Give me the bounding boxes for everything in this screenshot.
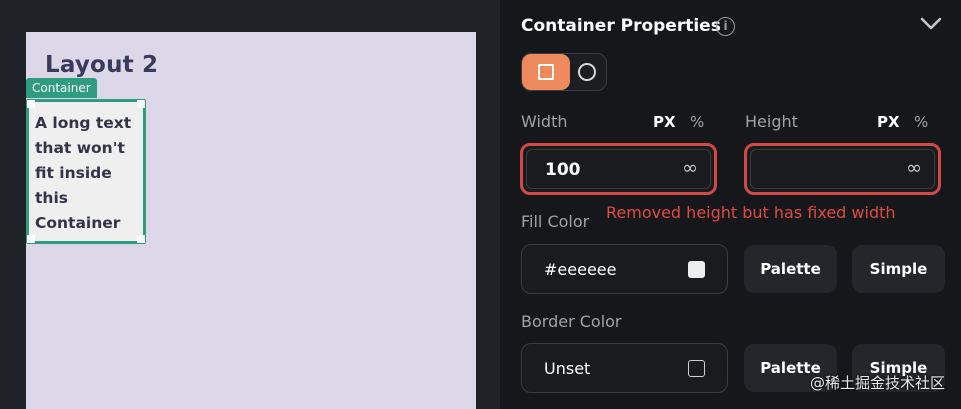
width-label: Width: [521, 112, 568, 131]
shape-rectangle-button[interactable]: [522, 54, 570, 90]
width-value: 100: [545, 160, 581, 180]
panel-title: Container Properties: [521, 16, 721, 36]
info-icon[interactable]: i: [716, 17, 735, 36]
resize-handle-top-right[interactable]: [137, 100, 145, 108]
annotation-text: Removed height but has fixed width: [606, 203, 896, 222]
properties-panel: Container Properties i Width PX % 100 ∞ …: [500, 0, 961, 409]
width-unit-percent[interactable]: %: [690, 113, 704, 131]
fill-palette-button[interactable]: Palette: [744, 245, 837, 293]
watermark: @稀土掘金技术社区: [809, 374, 945, 392]
circle-icon: [578, 63, 596, 81]
fill-color-swatch[interactable]: [688, 261, 705, 278]
shape-circle-button[interactable]: [570, 54, 607, 90]
fill-color-input[interactable]: #eeeeee: [521, 244, 728, 294]
resize-handle-bottom-left[interactable]: [27, 235, 35, 243]
selected-container[interactable]: A long text that won't fit inside this C…: [26, 99, 146, 244]
resize-handle-bottom-right[interactable]: [137, 235, 145, 243]
square-icon: [538, 64, 554, 80]
height-input[interactable]: ∞: [744, 143, 941, 195]
height-label: Height: [745, 112, 798, 131]
border-color-input[interactable]: Unset: [521, 343, 728, 393]
border-color-label: Border Color: [521, 312, 622, 331]
resize-handle-top-left[interactable]: [27, 100, 35, 108]
container-tag: Container: [26, 78, 97, 98]
fill-color-value: #eeeeee: [544, 260, 617, 279]
chevron-down-icon[interactable]: [920, 17, 942, 31]
width-unit-px[interactable]: PX: [653, 113, 676, 131]
border-color-value: Unset: [544, 359, 591, 378]
canvas-area: Layout 2 Container A long text that won'…: [0, 0, 500, 409]
infinity-icon[interactable]: ∞: [906, 157, 922, 179]
height-unit-percent[interactable]: %: [914, 113, 928, 131]
artboard-title: Layout 2: [45, 52, 159, 78]
infinity-icon[interactable]: ∞: [682, 157, 698, 179]
border-color-swatch[interactable]: [688, 360, 705, 377]
shape-toggle: [521, 53, 607, 91]
artboard[interactable]: Layout 2 Container A long text that won'…: [26, 32, 476, 409]
height-unit-px[interactable]: PX: [877, 113, 900, 131]
container-text: A long text that won't fit inside this C…: [35, 114, 132, 232]
fill-simple-button[interactable]: Simple: [852, 245, 945, 293]
fill-color-label: Fill Color: [521, 212, 590, 231]
width-input[interactable]: 100 ∞: [520, 143, 717, 195]
